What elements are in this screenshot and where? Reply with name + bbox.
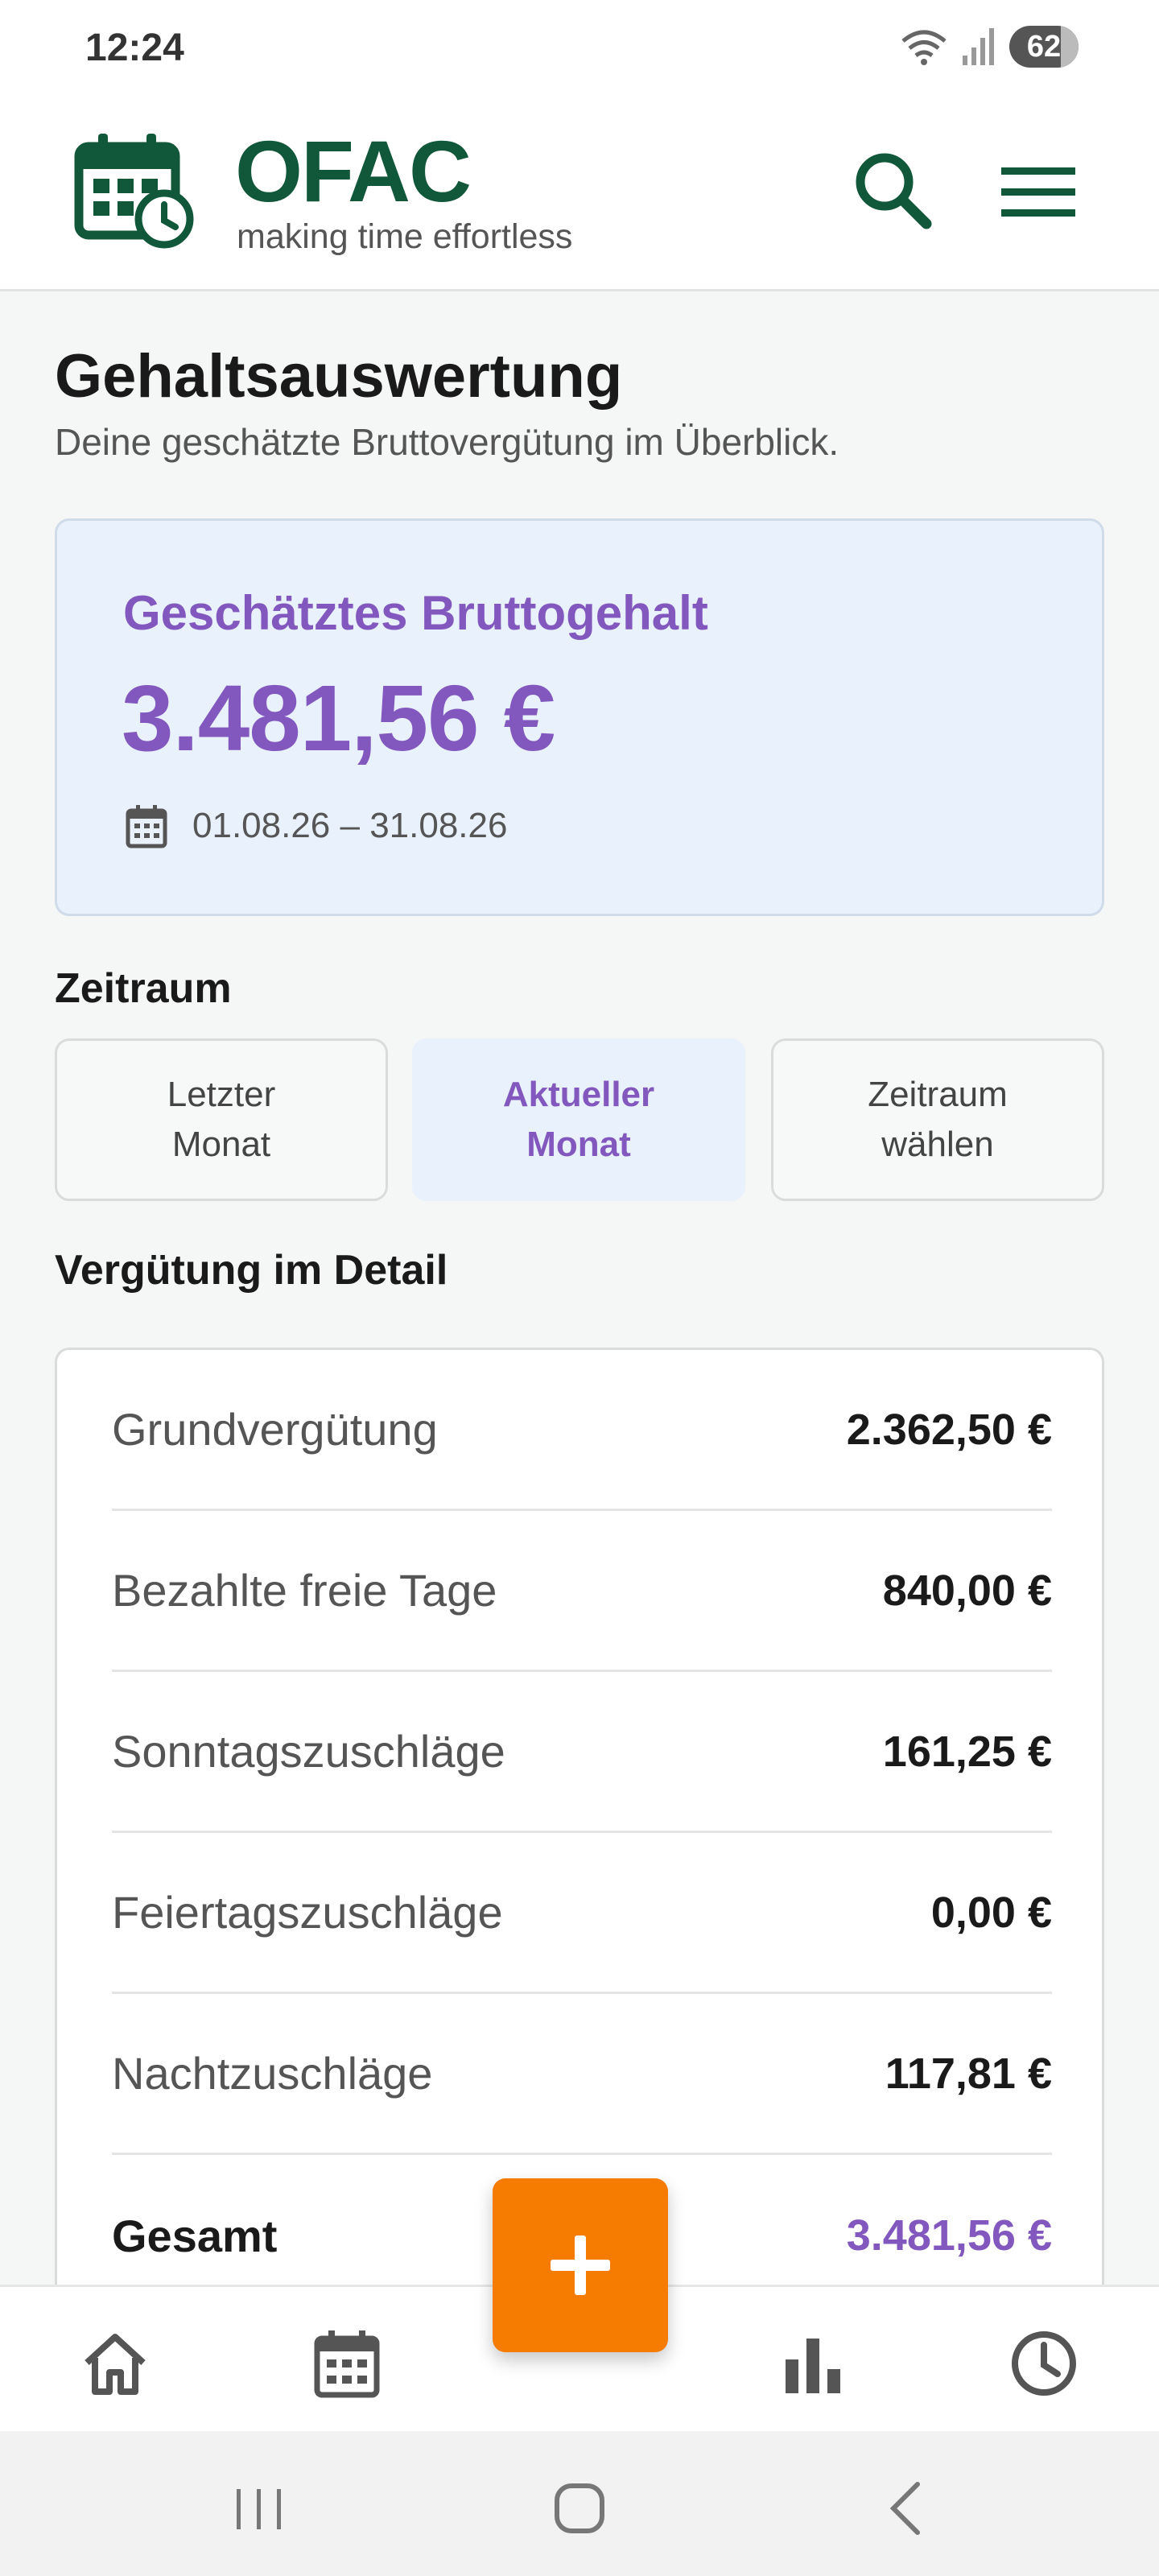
home-system-icon[interactable] — [547, 2476, 612, 2541]
detail-label: Sonntagszuschläge — [112, 1726, 505, 1777]
battery-icon: 62 — [1009, 26, 1079, 68]
home-icon[interactable] — [79, 2327, 151, 2400]
salary-summary-card: Geschätztes Bruttogehalt 3.481,56 € 01.0… — [55, 518, 1104, 916]
calendar-icon — [126, 805, 167, 848]
period-heading: Zeitraum — [55, 965, 232, 1012]
status-icons: 62 — [900, 24, 1079, 69]
total-label: Gesamt — [112, 2210, 278, 2261]
detail-value: 161,25 € — [882, 1727, 1052, 1776]
summary-label: Geschätztes Bruttogehalt — [123, 586, 708, 640]
page-title: Gehaltsauswertung — [55, 342, 623, 411]
wifi-icon — [901, 30, 947, 65]
detail-label: Bezahlte freie Tage — [112, 1565, 497, 1616]
total-value: 3.481,56 € — [846, 2211, 1052, 2260]
detail-value: 2.362,50 € — [846, 1405, 1052, 1454]
signal-icon — [963, 28, 994, 65]
summary-date-range: 01.08.26 – 31.08.26 — [192, 806, 508, 845]
calendar-icon[interactable] — [311, 2327, 383, 2400]
recent-apps-icon[interactable] — [227, 2476, 291, 2541]
period-choose-range-button[interactable]: Zeitraum wählen — [771, 1038, 1104, 1201]
detail-value: 117,81 € — [885, 2049, 1052, 2098]
back-icon[interactable] — [874, 2476, 938, 2541]
calendar-clock-logo-icon — [74, 134, 194, 249]
period-current-month-button[interactable]: Aktueller Monat — [412, 1038, 745, 1201]
app-tagline: making time effortless — [237, 217, 573, 256]
status-time: 12:24 — [85, 27, 184, 69]
detail-row: Sonntagszuschläge 161,25 € — [112, 1672, 1052, 1833]
detail-label: Feiertagszuschläge — [112, 1887, 503, 1938]
system-navigation-bar — [0, 2431, 1159, 2576]
detail-row: Nachtzuschläge 117,81 € — [112, 1994, 1052, 2155]
detail-label: Grundvergütung — [112, 1404, 438, 1455]
details-heading: Vergütung im Detail — [55, 1247, 448, 1294]
detail-value: 0,00 € — [930, 1888, 1052, 1937]
add-icon — [551, 2235, 610, 2295]
period-last-month-button[interactable]: Letzter Monat — [55, 1038, 388, 1201]
detail-row: Feiertagszuschläge 0,00 € — [112, 1833, 1052, 1994]
add-entry-button[interactable] — [493, 2178, 668, 2352]
details-card: Grundvergütung 2.362,50 € Bezahlte freie… — [55, 1348, 1104, 2314]
summary-amount: 3.481,56 € — [122, 666, 555, 770]
status-bar: 12:24 62 — [0, 0, 1159, 97]
detail-row: Grundvergütung 2.362,50 € — [112, 1350, 1052, 1511]
bar-chart-icon[interactable] — [776, 2327, 848, 2400]
page-subtitle: Deine geschätzte Bruttovergütung im Über… — [55, 421, 839, 463]
menu-icon[interactable] — [998, 156, 1079, 229]
detail-label: Nachtzuschläge — [112, 2048, 433, 2099]
clock-icon[interactable] — [1008, 2327, 1080, 2400]
detail-value: 840,00 € — [882, 1566, 1052, 1615]
detail-row: Bezahlte freie Tage 840,00 € — [112, 1511, 1052, 1672]
search-icon[interactable] — [849, 147, 938, 235]
app-header: OFAC making time effortless — [0, 97, 1159, 291]
app-name: OFAC — [235, 122, 472, 220]
